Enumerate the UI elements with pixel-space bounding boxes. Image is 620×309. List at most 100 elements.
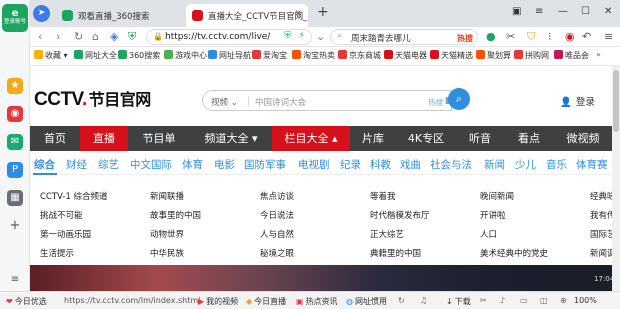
nav-home[interactable]: 首页 bbox=[30, 126, 80, 151]
program-link[interactable]: 开讲啦 bbox=[480, 209, 506, 221]
zoom-level[interactable]: 100% bbox=[574, 296, 597, 305]
program-link[interactable]: 动物世界 bbox=[150, 228, 184, 240]
today-picks[interactable]: ❤ 今日优选 bbox=[6, 296, 47, 307]
nav-library[interactable]: 片库 bbox=[350, 126, 396, 151]
forward-icon[interactable]: › bbox=[56, 30, 60, 43]
close-icon[interactable]: ✕ bbox=[294, 9, 302, 19]
program-link[interactable]: 时代楷模发布厅 bbox=[370, 209, 430, 221]
program-link[interactable]: 焦点访谈 bbox=[260, 190, 294, 202]
menu-icon[interactable]: ≡ bbox=[7, 272, 23, 288]
my-video[interactable]: ▶ 我的视频 bbox=[198, 296, 238, 307]
search-input[interactable]: ⌕ 周末踏青去哪儿 热搜 bbox=[330, 29, 478, 45]
search-category[interactable]: 视频 ⌄ bbox=[211, 96, 238, 108]
site-search-box[interactable]: 视频 ⌄ 中国诗词大会 ▮▮ bbox=[202, 90, 455, 111]
apps-icon[interactable]: ▦ bbox=[7, 190, 23, 206]
hero-banner[interactable]: 17:04 bbox=[30, 265, 612, 291]
pay-icon[interactable]: P bbox=[7, 162, 23, 178]
program-link[interactable]: 挑战不可能 bbox=[40, 209, 83, 221]
category-tab[interactable]: 少儿 bbox=[515, 157, 536, 172]
category-tab[interactable]: 纪录 bbox=[340, 157, 361, 172]
dropdown-icon[interactable]: ⌄ bbox=[316, 30, 325, 43]
category-tab[interactable]: 电影 bbox=[214, 157, 235, 172]
program-link[interactable]: 人与自然 bbox=[260, 228, 294, 240]
minimize-icon[interactable]: — bbox=[558, 6, 568, 17]
bookmark-item[interactable]: 网址导航 bbox=[208, 50, 251, 61]
hot-search-label[interactable]: 热搜 bbox=[457, 33, 473, 44]
url-text[interactable]: https://tv.cctv.com/live/ bbox=[165, 32, 270, 42]
scrollbar-thumb[interactable] bbox=[613, 70, 619, 132]
maximize-icon[interactable]: ☐ bbox=[581, 6, 590, 17]
program-link[interactable]: 典籍里的中国 bbox=[370, 247, 421, 259]
more-bookmarks-icon[interactable]: » bbox=[596, 50, 601, 59]
program-link[interactable]: 生活提示 bbox=[40, 247, 74, 259]
program-link[interactable]: 第一动画乐园 bbox=[40, 228, 91, 240]
address-bar[interactable]: 🔒 https://tv.cctv.com/live/ ⛨ ⚡ bbox=[146, 29, 312, 45]
extension-icon[interactable]: ◈ bbox=[110, 30, 118, 43]
bookmark-item[interactable]: 拼购网 bbox=[514, 50, 549, 61]
close-window-icon[interactable]: ✕ bbox=[604, 6, 612, 17]
chat-icon[interactable]: ● bbox=[486, 30, 496, 43]
nav-highlights[interactable]: 看点 bbox=[504, 126, 554, 151]
nav-live[interactable]: 直播 bbox=[80, 126, 128, 151]
bookmark-item[interactable]: 淘宝热卖 bbox=[292, 50, 335, 61]
nav-schedule[interactable]: 节目单 bbox=[128, 126, 190, 151]
cut-icon[interactable]: ✂ bbox=[506, 30, 515, 43]
program-link[interactable]: 国际艺 bbox=[590, 228, 612, 240]
tab-cctv[interactable]: 直播大全_CCTV节目官网_央 ✕ bbox=[186, 4, 308, 27]
category-tab[interactable]: 音乐 bbox=[546, 157, 567, 172]
nav-channels[interactable]: 频道大全 ▾ bbox=[190, 126, 272, 151]
nav-4k[interactable]: 4K专区 bbox=[396, 126, 456, 151]
cctv-logo[interactable]: CCTV. 节目官网 bbox=[34, 86, 151, 111]
star-icon[interactable]: ★ bbox=[7, 78, 23, 94]
browser-logo[interactable]: e 登录账号 bbox=[2, 4, 28, 32]
shield-icon[interactable]: ⛨ bbox=[284, 31, 291, 41]
category-tab[interactable]: 国防军事 bbox=[244, 157, 286, 172]
window-icon[interactable]: ▭ bbox=[520, 296, 528, 305]
sound-icon[interactable]: ♪ bbox=[500, 296, 505, 305]
program-link[interactable]: 等着我 bbox=[370, 190, 396, 202]
bookmark-item[interactable]: 天猫精选 bbox=[430, 50, 473, 61]
category-tab[interactable]: 财经 bbox=[66, 157, 87, 172]
site-search-button[interactable]: ⌕ bbox=[448, 88, 470, 110]
downloads[interactable]: ↓ 下载 bbox=[446, 296, 471, 307]
bookmark-item[interactable]: 爱淘宝 bbox=[252, 50, 287, 61]
menu-icon[interactable]: ≡ bbox=[535, 6, 543, 17]
home-icon[interactable]: ⌂ bbox=[92, 30, 99, 43]
navigation-icon[interactable]: ➤ bbox=[33, 5, 50, 22]
bookmark-item[interactable]: 天猫电器 bbox=[384, 50, 427, 61]
weibo-icon[interactable]: ◉ bbox=[7, 106, 23, 122]
undo-icon[interactable]: ↶ bbox=[582, 30, 591, 43]
shield-ext-icon[interactable]: ⛉ bbox=[527, 30, 535, 44]
mail-icon[interactable]: ✉ bbox=[7, 134, 23, 150]
program-link[interactable]: 正大综艺 bbox=[370, 228, 404, 240]
program-link[interactable]: 故事里的中国 bbox=[150, 209, 201, 221]
add-icon[interactable]: + bbox=[7, 218, 23, 234]
program-link[interactable]: 我有传 bbox=[590, 209, 612, 221]
program-link[interactable]: 今日说法 bbox=[260, 209, 294, 221]
hot-search-label[interactable]: 热搜 bbox=[428, 97, 443, 108]
menu-icon[interactable]: ≡ bbox=[604, 30, 613, 43]
bolt-icon[interactable]: ⚡ bbox=[299, 31, 305, 41]
hot-news[interactable]: ▣ 热点资讯 bbox=[296, 296, 338, 307]
category-tab[interactable]: 新闻 bbox=[484, 157, 505, 172]
apps-icon[interactable]: ⁝ bbox=[548, 30, 552, 43]
bookmark-item[interactable]: 游戏中心 bbox=[164, 50, 207, 61]
program-link[interactable]: 新闻联播 bbox=[150, 190, 184, 202]
program-link[interactable]: 新闻调 bbox=[590, 247, 612, 259]
layout-icon[interactable]: ◫ bbox=[540, 296, 548, 305]
program-link[interactable]: 中华民族 bbox=[150, 247, 184, 259]
category-tab[interactable]: 综合 bbox=[34, 157, 55, 172]
program-link[interactable]: 美术经典中的党史 bbox=[480, 247, 548, 259]
category-tab[interactable]: 体育赛 bbox=[576, 157, 608, 172]
category-tab[interactable]: 电视剧 bbox=[298, 157, 330, 172]
bookmark-item[interactable]: 唯品会 bbox=[554, 50, 589, 61]
today-live[interactable]: ◆ 今日直播 bbox=[246, 296, 286, 307]
bookmark-item[interactable]: 京东商城 bbox=[338, 50, 381, 61]
back-icon[interactable]: ‹ bbox=[38, 30, 42, 43]
category-tab[interactable]: 社会与法 bbox=[430, 157, 472, 172]
nav-programs[interactable]: 栏目大全 ▴ bbox=[272, 126, 350, 151]
security-icon[interactable]: ⛨ bbox=[128, 30, 136, 44]
new-tab-icon[interactable]: + bbox=[317, 4, 329, 20]
favorite-sites[interactable]: ◍ 网址惯用 bbox=[346, 296, 387, 307]
tab-search[interactable]: 观看直播_360搜索 bbox=[56, 4, 184, 27]
